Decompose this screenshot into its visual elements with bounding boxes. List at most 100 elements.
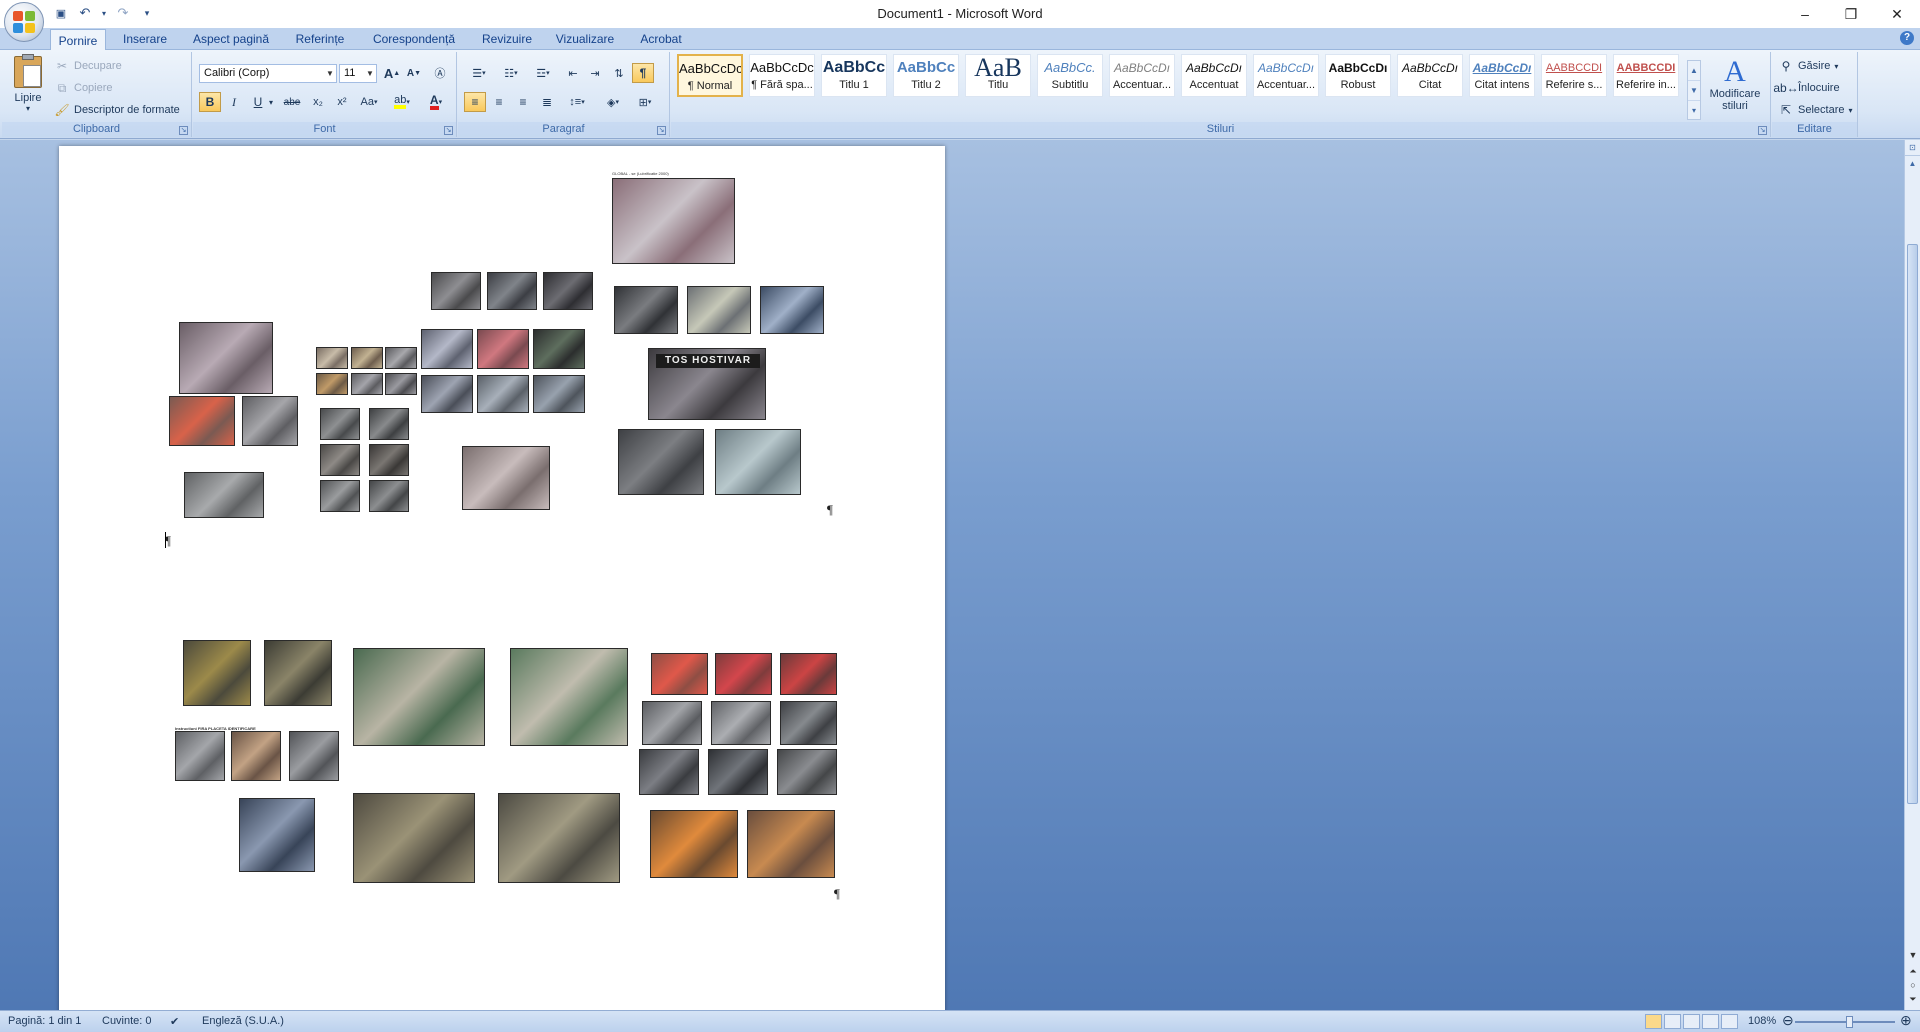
photo-thumbnail[interactable]: [351, 347, 383, 369]
find-button[interactable]: ⚲ Găsire ▾: [1778, 56, 1839, 76]
zoom-out-icon[interactable]: ⊖: [1782, 1012, 1794, 1029]
ruler-toggle-icon[interactable]: ⊡: [1905, 140, 1920, 156]
photo-thumbnail[interactable]: [543, 272, 593, 310]
shrink-font-button[interactable]: A ▼: [403, 63, 425, 83]
photo-thumbnail[interactable]: [760, 286, 824, 334]
shading-button[interactable]: ◈ ▾: [598, 92, 628, 112]
photo-thumbnail[interactable]: [687, 286, 751, 334]
select-browse-object-icon[interactable]: ○: [1905, 980, 1920, 994]
styles-launcher-icon[interactable]: ↘: [1758, 126, 1767, 135]
clear-formatting-button[interactable]: Ⓐ: [429, 63, 451, 83]
photo-thumbnail[interactable]: [169, 396, 235, 446]
outline-view-icon[interactable]: [1702, 1014, 1719, 1029]
chevron-down-icon[interactable]: ▼: [1688, 81, 1700, 101]
language-indicator[interactable]: Engleză (S.U.A.): [202, 1015, 284, 1027]
photo-thumbnail[interactable]: [642, 701, 702, 745]
photo-thumbnail[interactable]: [242, 396, 298, 446]
gallery-scroll[interactable]: ▲ ▼ ▾: [1687, 60, 1701, 120]
photo-thumbnail[interactable]: [421, 329, 473, 369]
previous-page-icon[interactable]: ⏶: [1905, 966, 1920, 980]
style-item[interactable]: AaBbCc Titlu 2: [893, 54, 959, 97]
tab-referinte[interactable]: Referințe: [288, 28, 352, 50]
style-item[interactable]: AaBbCcDc ¶ Fără spa...: [749, 54, 815, 97]
style-item[interactable]: AaBbCcDı Accentuat: [1181, 54, 1247, 97]
change-case-button[interactable]: Aa ▾: [355, 92, 383, 112]
align-right-button[interactable]: ≡: [512, 92, 534, 112]
chevron-up-icon[interactable]: ▲: [1688, 61, 1700, 81]
photo-thumbnail[interactable]: [477, 329, 529, 369]
photo-thumbnail[interactable]: [320, 444, 360, 476]
tab-vizualizare[interactable]: Vizualizare: [550, 28, 620, 50]
style-item[interactable]: AABBCCDI Referire in...: [1613, 54, 1679, 97]
highlight-button[interactable]: ab ▾: [387, 92, 417, 112]
borders-button[interactable]: ⊞ ▾: [630, 92, 660, 112]
style-item[interactable]: AaBbCcDı Accentuar...: [1253, 54, 1319, 97]
photo-thumbnail[interactable]: [747, 810, 835, 878]
photo-thumbnail[interactable]: [175, 731, 225, 781]
photo-thumbnail[interactable]: [650, 810, 738, 878]
clipboard-launcher-icon[interactable]: ↘: [179, 126, 188, 135]
bold-button[interactable]: B: [199, 92, 221, 112]
align-left-button[interactable]: ≡: [464, 92, 486, 112]
photo-thumbnail[interactable]: [708, 749, 768, 795]
zoom-slider[interactable]: [1795, 1021, 1895, 1023]
photo-thumbnail[interactable]: [231, 731, 281, 781]
save-icon[interactable]: ▣: [52, 4, 70, 22]
format-painter-button[interactable]: 🖌 Descriptor de formate: [54, 100, 179, 120]
photo-thumbnail[interactable]: [715, 653, 772, 695]
photo-thumbnail[interactable]: [715, 429, 801, 495]
sort-button[interactable]: ⇅: [608, 63, 630, 83]
style-item[interactable]: AaB Titlu: [965, 54, 1031, 97]
font-size-combo[interactable]: 11 ▼: [339, 64, 377, 83]
tab-pornire[interactable]: Pornire: [50, 29, 106, 51]
change-styles-button[interactable]: A Modificare stiluri: [1705, 56, 1765, 113]
photo-thumbnail[interactable]: [477, 375, 529, 413]
tab-acrobat[interactable]: Acrobat: [632, 28, 690, 50]
superscript-button[interactable]: x²: [331, 92, 353, 112]
cut-button[interactable]: ✂ Decupare: [54, 56, 122, 76]
undo-icon[interactable]: ↶: [76, 4, 94, 22]
photo-thumbnail[interactable]: [431, 272, 481, 310]
paragraph-launcher-icon[interactable]: ↘: [657, 126, 666, 135]
customize-qat-icon[interactable]: ▾: [138, 4, 156, 22]
photo-thumbnail[interactable]: [369, 480, 409, 512]
photo-thumbnail[interactable]: [320, 408, 360, 440]
photo-thumbnail[interactable]: [462, 446, 550, 510]
copy-button[interactable]: ⧉ Copiere: [54, 78, 113, 98]
show-marks-button[interactable]: ¶: [632, 63, 654, 83]
maximize-button[interactable]: ❐: [1828, 0, 1874, 28]
style-item[interactable]: AaBbCcDı Citat: [1397, 54, 1463, 97]
photo-thumbnail[interactable]: [533, 375, 585, 413]
photo-thumbnail[interactable]: [264, 640, 332, 706]
photo-thumbnail[interactable]: [651, 653, 708, 695]
photo-thumbnail[interactable]: [320, 480, 360, 512]
align-center-button[interactable]: ≡: [488, 92, 510, 112]
style-item[interactable]: AaBbCc Titlu 1: [821, 54, 887, 97]
bullets-button[interactable]: ☰ ▾: [464, 63, 494, 83]
multilevel-list-button[interactable]: ☲ ▾: [528, 63, 558, 83]
photo-thumbnail[interactable]: [618, 429, 704, 495]
scroll-down-icon[interactable]: ▼: [1905, 950, 1920, 964]
gallery-more-icon[interactable]: ▾: [1688, 101, 1700, 121]
photo-thumbnail[interactable]: [353, 793, 475, 883]
photo-thumbnail[interactable]: [533, 329, 585, 369]
italic-button[interactable]: I: [223, 92, 245, 112]
photo-thumbnail[interactable]: [614, 286, 678, 334]
tab-aspect-pagina[interactable]: Aspect pagină: [188, 28, 274, 50]
zoom-in-icon[interactable]: ⊕: [1900, 1012, 1912, 1029]
increase-indent-button[interactable]: ⇥: [584, 63, 606, 83]
photo-thumbnail[interactable]: [369, 444, 409, 476]
subscript-button[interactable]: x₂: [307, 92, 329, 112]
photo-thumbnail[interactable]: [612, 178, 735, 264]
full-screen-reading-icon[interactable]: [1664, 1014, 1681, 1029]
numbering-button[interactable]: ☷ ▾: [496, 63, 526, 83]
next-page-icon[interactable]: ⏷: [1905, 994, 1920, 1008]
scroll-thumb[interactable]: [1907, 244, 1918, 804]
photo-thumbnail[interactable]: [498, 793, 620, 883]
style-item[interactable]: AaBbCcDı Accentuar...: [1109, 54, 1175, 97]
font-name-combo[interactable]: Calibri (Corp) ▼: [199, 64, 337, 83]
photo-thumbnail[interactable]: [711, 701, 771, 745]
photo-thumbnail[interactable]: [639, 749, 699, 795]
photo-thumbnail[interactable]: [421, 375, 473, 413]
photo-thumbnail[interactable]: [385, 373, 417, 395]
